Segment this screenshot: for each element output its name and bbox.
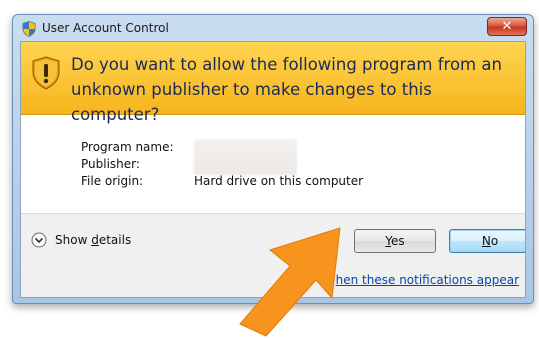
yes-label: es — [391, 234, 405, 248]
title-bar[interactable]: User Account Control ✕ — [13, 15, 533, 41]
show-details-suffix: etails — [98, 233, 132, 247]
no-button[interactable]: No — [449, 229, 525, 253]
program-name-label: Program name: — [81, 140, 174, 154]
window-title: User Account Control — [42, 21, 169, 35]
no-mnemonic: N — [481, 234, 491, 248]
yes-button[interactable]: Yes — [354, 229, 436, 253]
screenshot-page: User Account Control ✕ Do you want to al… — [0, 0, 539, 341]
redacted-program-details — [194, 139, 297, 175]
file-origin-label: File origin: — [81, 174, 144, 188]
show-details-mnemonic: d — [91, 233, 99, 247]
chevron-down-circle-icon — [31, 232, 47, 248]
close-icon: ✕ — [501, 19, 513, 34]
warning-shield-icon — [32, 56, 60, 90]
show-details-prefix: Show — [55, 233, 92, 247]
publisher-label: Publisher: — [81, 157, 140, 171]
orange-pointer-arrow — [239, 227, 341, 337]
file-origin-value: Hard drive on this computer — [194, 174, 364, 188]
no-label: o — [490, 234, 499, 248]
warning-banner: Do you want to allow the following progr… — [21, 42, 525, 124]
close-button[interactable]: ✕ — [487, 17, 527, 36]
uac-question-text: Do you want to allow the following progr… — [71, 55, 502, 124]
show-details-label: Show details — [55, 233, 131, 247]
uac-shield-icon — [22, 21, 36, 37]
